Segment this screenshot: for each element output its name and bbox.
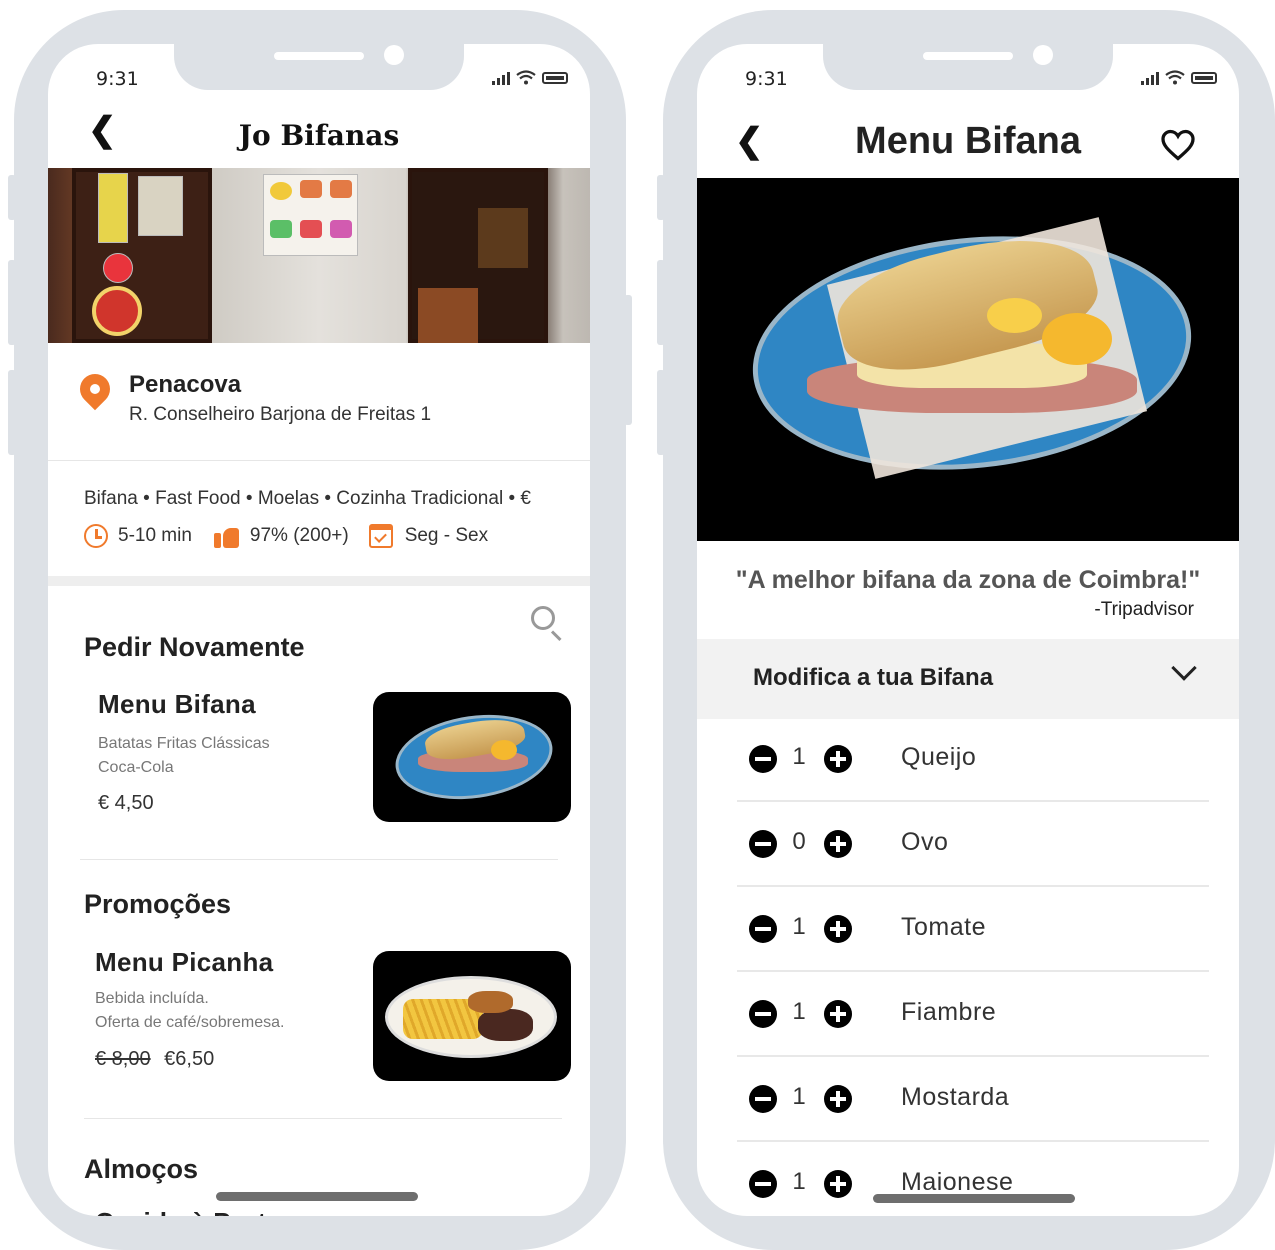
- header: ❮ Jo Bifanas: [48, 99, 590, 169]
- volume-button: [657, 175, 665, 220]
- page-title: Menu Bifana: [855, 120, 1081, 162]
- item-desc: Oferta de café/sobremesa.: [95, 1014, 285, 1031]
- minus-icon[interactable]: [749, 1000, 777, 1028]
- minus-icon[interactable]: [749, 745, 777, 773]
- ingredient-name: Ovo: [901, 828, 949, 856]
- item-name: Menu Bifana: [98, 689, 256, 719]
- ingredient-row: 1 Maionese: [737, 1142, 1209, 1216]
- status-icons: [492, 70, 568, 85]
- restaurant-photo: [48, 168, 590, 343]
- rating: 97% (200+): [249, 525, 349, 546]
- home-indicator[interactable]: [873, 1194, 1075, 1203]
- minus-icon[interactable]: [749, 830, 777, 858]
- ingredient-qty: 1: [792, 998, 806, 1025]
- plus-icon[interactable]: [824, 915, 852, 943]
- minus-icon[interactable]: [749, 915, 777, 943]
- plus-icon[interactable]: [824, 830, 852, 858]
- notch: [174, 44, 464, 90]
- power-button: [624, 295, 632, 425]
- ingredient-row: 1 Mostarda: [737, 1057, 1209, 1142]
- old-price: € 8,00: [95, 1048, 151, 1070]
- ingredient-qty: 1: [792, 743, 806, 770]
- divider: [80, 859, 558, 860]
- signal-icon: [492, 71, 510, 85]
- ingredient-name: Maionese: [901, 1168, 1014, 1196]
- power-button: [1269, 295, 1275, 425]
- status-time: 9:31: [745, 68, 788, 90]
- ingredient-name: Mostarda: [901, 1083, 1010, 1111]
- item-desc: Batatas Fritas Clássicas: [98, 735, 270, 752]
- ingredient-qty: 1: [792, 1168, 806, 1195]
- page-title: Jo Bifanas: [238, 119, 400, 152]
- chevron-down-icon[interactable]: [1171, 655, 1197, 681]
- ingredient-qty: 0: [792, 828, 806, 855]
- delivery-time: 5-10 min: [118, 525, 192, 546]
- promo-price: €6,50: [164, 1048, 215, 1070]
- minus-icon[interactable]: [749, 1170, 777, 1198]
- location-address: R. Conselheiro Barjona de Freitas 1: [129, 404, 432, 425]
- wifi-icon: [516, 70, 536, 85]
- section-title: Promoções: [84, 889, 232, 919]
- item-name[interactable]: Cozido à Portuguesa: [95, 1207, 359, 1216]
- product-image: [697, 178, 1239, 541]
- ingredient-row: 0 Ovo: [737, 802, 1209, 887]
- divider: [84, 1118, 562, 1119]
- volume-button: [657, 260, 665, 345]
- ingredient-name: Fiambre: [901, 998, 997, 1026]
- item-image: [373, 951, 571, 1081]
- item-desc: Bebida incluída.: [95, 990, 209, 1007]
- location-row[interactable]: Penacova R. Conselheiro Barjona de Freit…: [48, 344, 590, 461]
- location-name: Penacova: [129, 371, 242, 398]
- section-title: Almoços: [84, 1154, 199, 1184]
- battery-icon: [542, 71, 568, 84]
- item-image: [373, 692, 571, 822]
- item-price: € 8,00 €6,50: [95, 1048, 214, 1071]
- opening-days: Seg - Sex: [404, 525, 489, 546]
- review-quote: "A melhor bifana da zona de Coimbra!": [735, 566, 1201, 594]
- signal-icon: [1141, 71, 1159, 85]
- search-icon[interactable]: [531, 606, 555, 630]
- restaurant-meta: 5-10 min 97% (200+) Seg - Sex: [84, 524, 488, 548]
- plus-icon[interactable]: [824, 1085, 852, 1113]
- volume-button: [8, 260, 16, 345]
- section-divider: [48, 576, 590, 586]
- battery-icon: [1191, 71, 1217, 84]
- volume-button: [657, 370, 665, 455]
- review-source: -Tripadvisor: [1094, 599, 1194, 620]
- plus-icon[interactable]: [824, 745, 852, 773]
- left-phone-frame: 9:31 ❮ Jo Bifanas Penacova R. Conselheir…: [8, 10, 632, 1250]
- thumbs-up-icon: [213, 524, 240, 548]
- volume-button: [8, 370, 16, 455]
- ingredient-row: 1 Tomate: [737, 887, 1209, 972]
- left-screen: 9:31 ❮ Jo Bifanas Penacova R. Conselheir…: [48, 44, 590, 1216]
- right-phone-frame: 9:31 ❮ Menu Bifana "A melhor bifana da z…: [657, 10, 1275, 1250]
- status-icons: [1141, 70, 1217, 85]
- minus-icon[interactable]: [749, 1085, 777, 1113]
- item-name: Menu Picanha: [95, 947, 274, 977]
- location-pin-icon: [73, 367, 117, 411]
- item-price: € 4,50: [98, 792, 154, 814]
- plus-icon[interactable]: [824, 1000, 852, 1028]
- notch: [823, 44, 1113, 90]
- ingredient-row: 1 Queijo: [737, 717, 1209, 802]
- heart-icon[interactable]: [1160, 128, 1196, 162]
- volume-button: [8, 175, 16, 220]
- ingredient-row: 1 Fiambre: [737, 972, 1209, 1057]
- status-time: 9:31: [96, 68, 139, 90]
- ingredient-qty: 1: [792, 913, 806, 940]
- modify-dropdown[interactable]: Modifica a tua Bifana: [697, 639, 1239, 719]
- ingredient-name: Queijo: [901, 743, 977, 771]
- wifi-icon: [1165, 70, 1185, 85]
- right-screen: 9:31 ❮ Menu Bifana "A melhor bifana da z…: [697, 44, 1239, 1216]
- ingredient-name: Tomate: [901, 913, 986, 941]
- home-indicator[interactable]: [216, 1192, 418, 1201]
- item-desc: Coca-Cola: [98, 759, 174, 776]
- ingredient-qty: 1: [792, 1083, 806, 1110]
- calendar-check-icon: [368, 524, 393, 548]
- section-title: Pedir Novamente: [84, 632, 305, 662]
- clock-icon: [84, 524, 108, 548]
- plus-icon[interactable]: [824, 1170, 852, 1198]
- modify-label: Modifica a tua Bifana: [753, 664, 994, 691]
- category-tags: Bifana • Fast Food • Moelas • Cozinha Tr…: [84, 488, 531, 509]
